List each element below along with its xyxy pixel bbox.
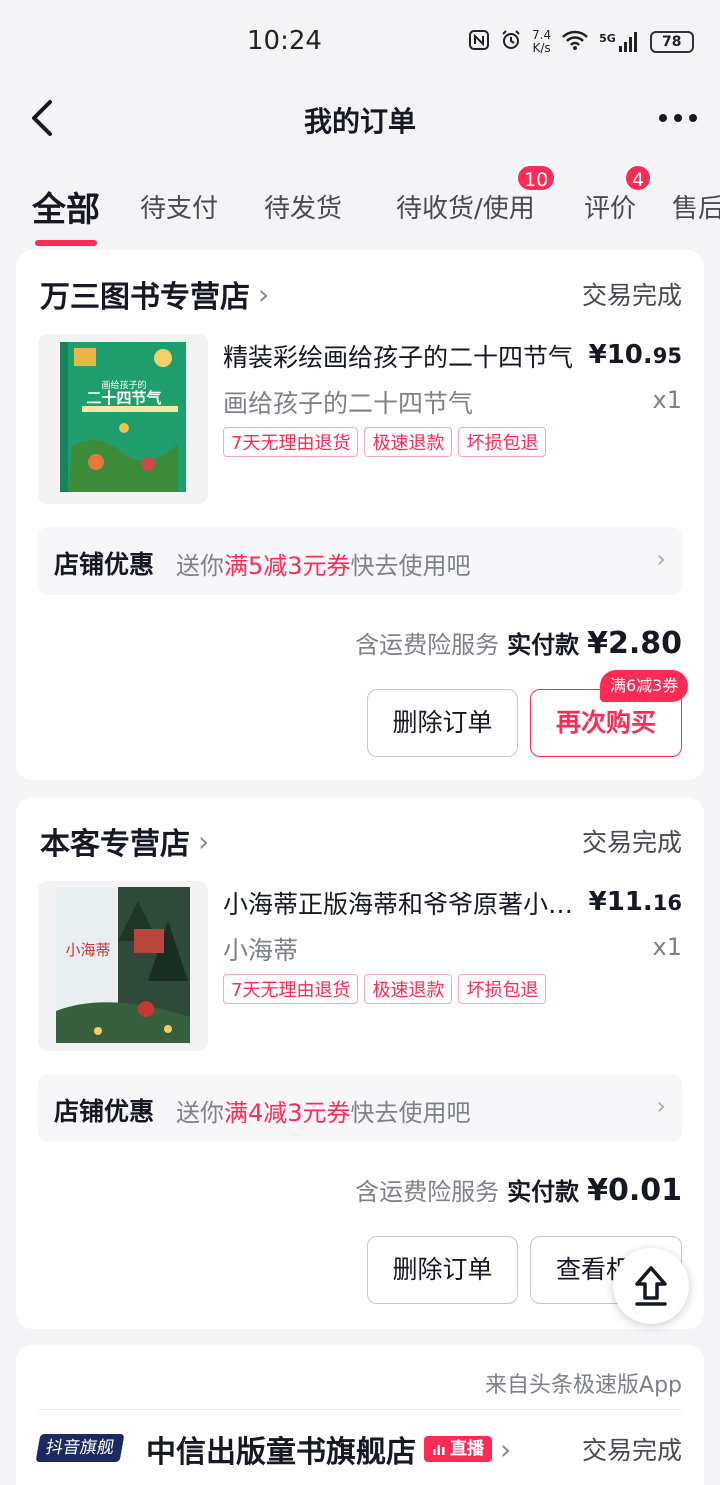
product-cover[interactable]: 画给孩子的 二十四节气: [38, 334, 208, 504]
tag-fast-refund: 极速退款: [364, 427, 453, 457]
price-cents: 16: [652, 891, 682, 915]
product-spec: 画给孩子的二十四节气: [223, 389, 474, 418]
tab-indicator: [35, 240, 97, 246]
alarm-icon: [500, 29, 522, 55]
live-bars-icon: [433, 1445, 445, 1455]
product-cover[interactable]: 小海蒂: [38, 881, 208, 1051]
nav-bar: 我的订单: [0, 84, 720, 154]
page-title: 我的订单: [303, 105, 416, 138]
pay-label: 实付款: [507, 1178, 580, 1206]
tab-pending-shipment[interactable]: 待发货: [264, 188, 342, 225]
shop-promo[interactable]: 店铺优惠 送你满5减3元券快去使用吧 ›: [38, 527, 682, 595]
payment-summary: 含运费险服务 实付款 ¥0.01: [355, 1172, 682, 1208]
review-badge: 4: [624, 164, 653, 192]
net-speed-value: 7.4: [532, 28, 552, 42]
cover-title: 二十四节气: [86, 389, 161, 407]
order-source: 来自头条极速版App: [485, 1373, 682, 1398]
arrow-up-icon: [635, 1266, 667, 1306]
promo-text: 送你满5减3元券快去使用吧: [176, 546, 471, 581]
chevron-right-icon: ›: [656, 545, 666, 573]
shop-name-label: 本客专营店: [40, 827, 190, 862]
tab-all[interactable]: 全部: [32, 182, 100, 231]
product-title[interactable]: 精装彩绘画给孩子的二十四节气: [223, 338, 579, 374]
shop-name-label: 万三图书专营店: [40, 280, 250, 315]
net-speed-unit: K/s: [532, 41, 551, 55]
pending-receipt-badge: 10: [516, 164, 557, 192]
product-qty: x1: [652, 933, 682, 961]
wifi-icon: [561, 29, 589, 55]
delete-order-button[interactable]: 删除订单: [367, 689, 518, 757]
coupon-badge: 满6减3券: [600, 670, 689, 702]
pay-note: 含运费险服务: [355, 1178, 500, 1206]
order-status: 交易完成: [581, 828, 682, 857]
tab-pending-receipt[interactable]: 待收货/使用: [396, 188, 535, 225]
more-icon[interactable]: [656, 108, 700, 128]
tag-return: 7天无理由退货: [223, 974, 359, 1004]
order-card[interactable]: 万三图书专营店 › 交易完成 画给孩子的 二十四节气 精装彩绘画给孩子的二十四节气…: [16, 250, 704, 780]
net-speed: 7.4 K/s: [532, 29, 551, 55]
promo-label: 店铺优惠: [54, 1097, 155, 1126]
promo-prefix: 送你: [176, 552, 224, 580]
promo-highlight: 满5减3元券: [224, 552, 351, 580]
delete-order-button[interactable]: 删除订单: [367, 1236, 518, 1304]
promo-highlight: 满4减3元券: [224, 1099, 351, 1127]
pay-label: 实付款: [507, 631, 580, 659]
network-type: 5G: [599, 32, 616, 45]
pay-amount: ¥0.01: [587, 1173, 682, 1208]
service-tags: 7天无理由退货 极速退款 坏损包退: [223, 974, 547, 1004]
status-bar: 10:24 7.4 K/s 5G 78: [0, 0, 720, 84]
pay-note: 含运费险服务: [355, 631, 500, 659]
order-card[interactable]: 来自头条极速版App 抖音旗舰 中信出版童书旗舰店 直播 › 交易完成: [16, 1345, 704, 1485]
tab-pending-payment[interactable]: 待支付: [140, 188, 218, 225]
flagship-badge: 抖音旗舰: [35, 1434, 125, 1462]
product-price: ¥11.16: [589, 887, 682, 917]
order-status: 交易完成: [581, 1436, 682, 1465]
tag-damage-refund: 坏损包退: [458, 974, 547, 1004]
shop-name[interactable]: 本客专营店 ›: [40, 819, 209, 863]
order-card[interactable]: 本客专营店 › 交易完成 小海蒂 小海蒂正版海蒂和爷爷原著小学生 ¥11.16 小…: [16, 797, 704, 1329]
nfc-icon: [468, 29, 490, 55]
divider: [38, 1409, 682, 1410]
status-time: 10:24: [247, 26, 322, 56]
product-spec: 小海蒂: [223, 936, 299, 965]
payment-summary: 含运费险服务 实付款 ¥2.80: [355, 625, 682, 661]
tag-fast-refund: 极速退款: [364, 974, 453, 1004]
shop-name[interactable]: 万三图书专营店 ›: [40, 272, 269, 316]
service-tags: 7天无理由退货 极速退款 坏损包退: [223, 427, 547, 457]
promo-text: 送你满4减3元券快去使用吧: [176, 1093, 471, 1128]
tab-review[interactable]: 评价: [584, 188, 636, 225]
order-tabs: 全部 待支付 待发货 待收货/使用 10 评价 4 售后: [0, 160, 720, 250]
live-label: 直播: [450, 1439, 484, 1459]
product-title[interactable]: 小海蒂正版海蒂和爷爷原著小学生: [223, 885, 579, 921]
pay-amount: ¥2.80: [587, 626, 682, 661]
product-price: ¥10.95: [589, 340, 682, 370]
back-to-top-button[interactable]: [613, 1248, 689, 1324]
price-main: ¥11.: [588, 887, 653, 917]
order-status: 交易完成: [581, 281, 682, 310]
chevron-right-icon: ›: [258, 277, 270, 311]
product-qty: x1: [652, 386, 682, 414]
tab-after-sales[interactable]: 售后: [672, 188, 720, 225]
promo-suffix: 快去使用吧: [350, 552, 471, 580]
promo-prefix: 送你: [176, 1099, 224, 1127]
shop-promo[interactable]: 店铺优惠 送你满4减3元券快去使用吧 ›: [38, 1074, 682, 1142]
shop-name-label: 中信出版童书旗舰店: [146, 1435, 416, 1470]
price-cents: 95: [652, 344, 682, 368]
chevron-right-icon: ›: [500, 1432, 512, 1466]
chevron-right-icon: ›: [656, 1092, 666, 1120]
promo-label: 店铺优惠: [54, 550, 155, 579]
shop-name[interactable]: 中信出版童书旗舰店 直播 ›: [146, 1427, 511, 1471]
cover-title: 小海蒂: [65, 941, 110, 959]
live-badge: 直播: [424, 1436, 492, 1462]
price-main: ¥10.: [588, 340, 653, 370]
signal-icon: 5G: [599, 32, 640, 52]
status-icons: 7.4 K/s 5G 78: [468, 24, 694, 60]
promo-suffix: 快去使用吧: [350, 1099, 471, 1127]
chevron-right-icon: ›: [198, 824, 210, 858]
tag-return: 7天无理由退货: [223, 427, 359, 457]
battery-indicator: 78: [649, 31, 694, 53]
tag-damage-refund: 坏损包退: [458, 427, 547, 457]
